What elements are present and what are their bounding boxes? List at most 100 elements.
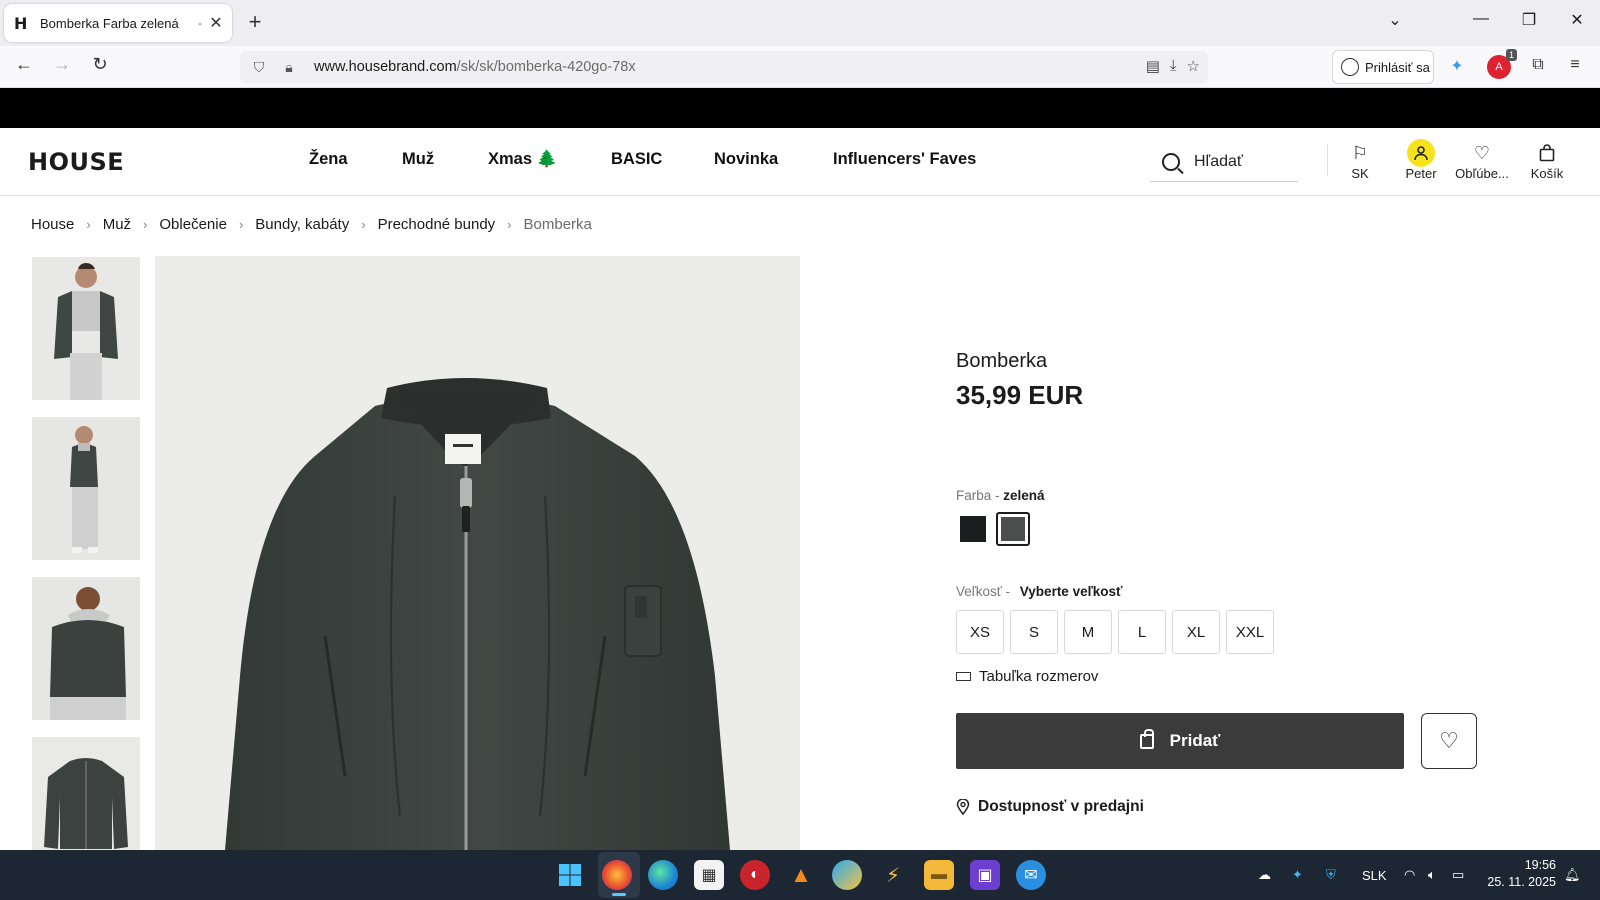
reader-view-icon[interactable]: ▤ [1146,57,1160,75]
keyboard-language[interactable]: SLK [1362,850,1387,900]
notification-bell-icon[interactable]: 🔔︎ [1564,850,1581,900]
bag-icon [1139,728,1154,749]
app-blue-icon[interactable]: ✉ [1016,860,1046,890]
chevron-right-icon: › [361,217,366,232]
url-text[interactable]: www.housebrand.com/sk/sk/bomberka-420go-… [314,59,636,75]
nav-influencers-faves[interactable]: Influencers' Faves [833,150,976,169]
store-availability-link[interactable]: Dostupnosť v predajni [956,798,1144,816]
forward-arrow-icon[interactable]: → [48,54,76,80]
menu-hamburger-icon[interactable]: ≡ [1564,56,1586,78]
breadcrumb: House › Muž › Oblečenie › Bundy, kabáty › Pr… [31,216,592,233]
site-logo[interactable]: HOUSE [28,148,124,176]
extension-badge: 1 [1505,49,1517,61]
wifi-icon[interactable]: ◠ [1404,850,1415,900]
nav-zena[interactable]: Žena [309,150,348,169]
site-favicon: H [14,13,28,33]
color-label: Farba - zelená [956,488,1045,503]
restore-button[interactable]: ❐ [1514,10,1544,30]
size-xs-button[interactable]: XS [956,610,1004,654]
add-to-cart-button[interactable]: Pridať [956,713,1404,769]
product-thumbnail-3[interactable] [32,577,140,720]
add-to-wishlist-button[interactable]: ♡ [1421,713,1477,769]
size-xl-button[interactable]: XL [1172,610,1220,654]
country-selector[interactable]: ⚐ SK [1325,140,1395,182]
color-swatch-black[interactable] [956,512,990,546]
minimize-button[interactable]: — [1466,10,1496,28]
new-tab-button[interactable]: + [242,10,268,36]
bookmark-star-icon[interactable]: ☆ [1187,57,1200,75]
tab-close-icon[interactable]: ✕ [208,13,224,33]
heart-icon: ♡ [1439,728,1459,753]
browser-app-icon[interactable] [832,860,862,890]
file-explorer-icon[interactable]: ▬ [924,860,954,890]
battery-icon[interactable]: ▭ [1452,850,1464,900]
store-icon[interactable]: ▦ [694,860,724,890]
location-pin-icon [956,799,970,815]
chevron-right-icon: › [238,217,244,232]
product-price: 35,99 EUR [956,380,1084,410]
search-icon [1162,152,1180,171]
extension-icon[interactable]: ✦ [1446,56,1468,78]
ruler-icon [956,672,971,681]
onedrive-icon[interactable]: ☁ [1258,850,1271,900]
size-prompt: Vyberte veľkosť [1019,584,1123,599]
nav-muz[interactable]: Muž [402,150,434,169]
nav-novinka[interactable]: Novinka [714,150,778,169]
site-header: HOUSE Žena Muž Xmas 🌲 BASIC Novinka Infl… [0,128,1600,196]
favorites-button[interactable]: ♡ Obľúbe... [1447,140,1517,182]
lock-icon[interactable]: 🔒︎ [278,59,300,76]
extensions-puzzle-icon[interactable]: ⧉ [1527,56,1549,78]
user-avatar-icon [1407,139,1435,167]
shield-icon[interactable]: ⛉ [248,59,270,76]
edge-icon[interactable] [648,860,678,890]
breadcrumb-muz[interactable]: Muž [103,216,131,233]
breadcrumb-house[interactable]: House [31,216,74,233]
reload-icon[interactable]: ↻ [86,54,114,80]
tool-icon[interactable]: ⚡ [878,860,908,890]
tab-list-chevron-icon[interactable]: ⌄ [1380,10,1410,30]
product-thumbnail-2[interactable] [32,417,140,560]
chevron-right-icon: › [143,217,148,232]
account-button[interactable]: Peter [1386,139,1456,181]
signin-button[interactable]: Prihlásiť sa [1332,50,1434,84]
windows-start-icon[interactable] [555,860,585,890]
bag-icon [1512,140,1582,166]
taskbar-clock[interactable]: 19:56 25. 11. 2025 [1478,857,1556,891]
security-shield-icon[interactable]: ⛨ [1326,850,1336,900]
color-swatch-green-selected[interactable] [996,512,1030,546]
breadcrumb-bundy-kabaty[interactable]: Bundy, kabáty [255,216,349,233]
browser-tab[interactable]: H Bomberka Farba zelená - ✕ [4,4,232,42]
product-name: Bomberka [956,350,1048,372]
size-s-button[interactable]: S [1010,610,1058,654]
adblock-extension-icon[interactable]: A 1 [1487,49,1517,79]
color-value: zelená [1003,488,1045,503]
firefox-icon[interactable] [602,860,632,890]
chevron-right-icon: › [507,217,512,232]
heart-icon: ♡ [1473,142,1491,163]
cart-button[interactable]: Košík [1512,140,1582,181]
close-window-button[interactable]: ✕ [1562,10,1592,30]
vlc-icon[interactable]: ▲ [786,860,816,890]
volume-icon[interactable]: 🔈︎ [1428,850,1436,900]
breadcrumb-oblecenie[interactable]: Oblečenie [159,216,227,233]
size-xxl-button[interactable]: XXL [1226,610,1274,654]
size-chart-link[interactable]: Tabuľka rozmerov [956,668,1098,685]
product-main-image[interactable] [155,256,800,850]
nav-basic[interactable]: BASIC [611,150,662,169]
address-bar[interactable]: ⛉ 🔒︎ www.housebrand.com/sk/sk/bomberka-4… [240,51,1208,83]
product-thumbnail-1[interactable] [32,257,140,400]
tab-separator: - [198,16,202,30]
size-l-button[interactable]: L [1118,610,1166,654]
tray-app-icon[interactable]: ✦ [1292,850,1303,900]
flag-icon: ⚐ [1351,142,1369,163]
breadcrumb-prechodne-bundy[interactable]: Prechodné bundy [378,216,496,233]
app-red-icon[interactable]: ◐ [740,860,770,890]
windows-taskbar: ▦ ◐ ▲ ⚡ ▬ ▣ ✉ ☁ ✦ ⛨ SLK ◠ 🔈︎ ▭ 19:56 25.… [0,850,1600,900]
size-m-button[interactable]: M [1064,610,1112,654]
nav-xmas[interactable]: Xmas 🌲 [488,150,557,169]
app-purple-icon[interactable]: ▣ [970,860,1000,890]
breadcrumb-current: Bomberka [523,216,592,233]
search-box[interactable]: Hľadať [1150,142,1298,182]
save-to-pocket-icon[interactable]: ⤓ [1170,57,1177,75]
back-arrow-icon[interactable]: ← [10,54,38,80]
